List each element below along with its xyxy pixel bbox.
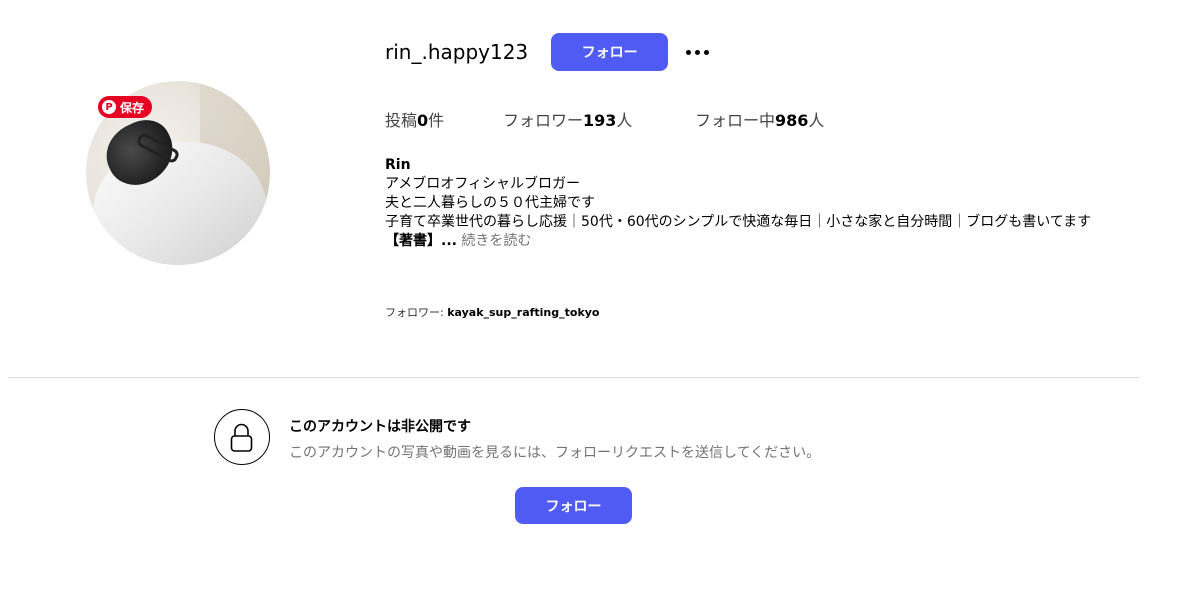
dot	[695, 49, 701, 55]
bio-line-last: 【著書】... 続きを読む	[385, 232, 1145, 251]
stat-posts-unit: 件	[428, 111, 445, 130]
private-account-title: このアカウントは非公開です	[289, 419, 471, 435]
stat-followers-count: 193	[583, 111, 617, 130]
private-account-description: このアカウントの写真や動画を見るには、フォローリクエストを送信してください。	[289, 445, 821, 461]
stat-followers[interactable]: フォロワー 193 人	[503, 107, 695, 131]
stat-following[interactable]: フォロー中 986 人	[695, 107, 824, 131]
profile-avatar-container: P 保存	[86, 81, 270, 265]
lock-icon	[214, 409, 270, 465]
divider	[8, 377, 1140, 378]
followed-by-account[interactable]: kayak_sup_rafting_tokyo	[447, 306, 599, 319]
username: rin_.happy123	[385, 40, 529, 64]
lock-icon-svg	[230, 423, 253, 452]
stat-following-count: 986	[775, 111, 809, 130]
profile-bio: Rin アメブロオフィシャルブロガー 夫と二人暮らしの５０代主婦です 子育て卒業…	[385, 156, 1145, 251]
profile-stats: 投稿 0 件 フォロワー 193 人 フォロー中 986 人	[385, 107, 824, 131]
followed-by[interactable]: フォロワー: kayak_sup_rafting_tokyo	[385, 304, 600, 320]
display-name: Rin	[385, 157, 411, 173]
stat-following-label: フォロー中	[695, 111, 776, 130]
more-options-icon[interactable]	[686, 33, 710, 71]
save-label: 保存	[120, 100, 145, 115]
stat-followers-label: フォロワー	[503, 111, 584, 130]
stat-posts: 投稿 0 件	[385, 107, 503, 131]
stat-posts-label: 投稿	[385, 111, 418, 130]
pinterest-save-button[interactable]: P 保存	[98, 96, 153, 118]
bio-line: 夫と二人暮らしの５０代主婦です	[385, 195, 595, 211]
stat-followers-unit: 人	[616, 111, 633, 130]
followed-by-label: フォロワー:	[385, 306, 448, 319]
stat-posts-count: 0	[417, 111, 429, 130]
dot	[704, 49, 710, 55]
bio-line: アメブロオフィシャルブロガー	[385, 176, 581, 192]
stat-following-unit: 人	[808, 111, 825, 130]
bio-books: 【著書】...	[385, 233, 457, 249]
dot	[686, 49, 692, 55]
profile-header: rin_.happy123 フォロー	[385, 32, 710, 72]
bio-line: 子育て卒業世代の暮らし応援｜50代・60代のシンプルで快適な毎日｜小さな家と自分…	[385, 214, 1092, 230]
follow-button[interactable]: フォロー	[551, 33, 669, 71]
follow-request-button[interactable]: フォロー	[515, 487, 632, 524]
read-more-link[interactable]: 続きを読む	[461, 233, 531, 249]
pinterest-icon: P	[102, 100, 116, 114]
